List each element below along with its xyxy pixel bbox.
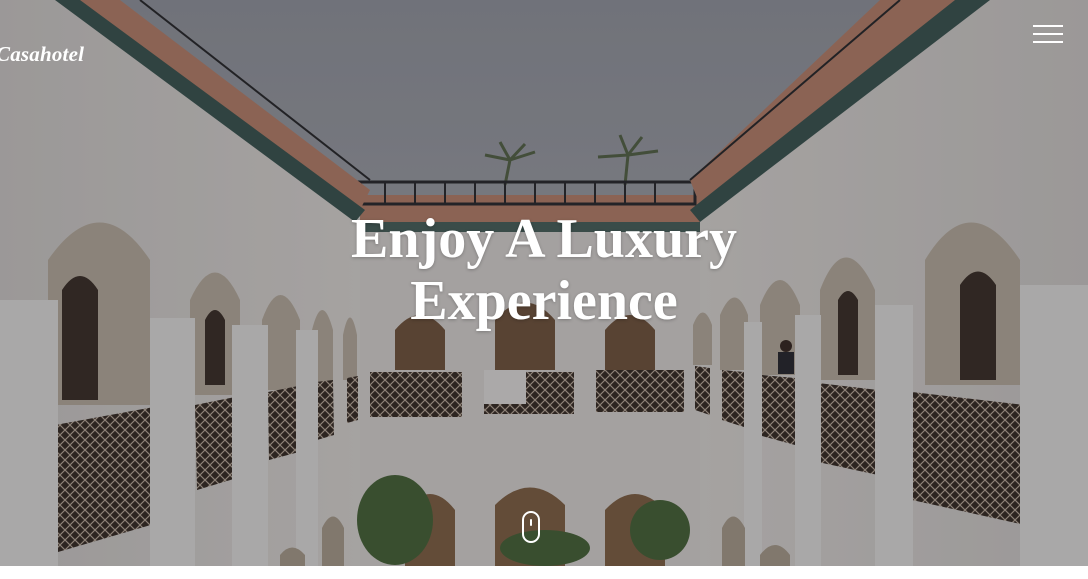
menu-line-middle	[1033, 33, 1063, 35]
hero-headline-line2: Experience	[410, 270, 678, 332]
scroll-wheel	[530, 519, 532, 526]
hero-headline: Enjoy A Luxury Experience	[244, 208, 844, 332]
menu-line-top	[1033, 25, 1063, 27]
menu-line-bottom	[1033, 41, 1063, 43]
page-below-hero	[0, 566, 1088, 579]
brand-logo[interactable]: Casahotel	[0, 42, 84, 67]
hamburger-menu-icon[interactable]	[1030, 22, 1066, 46]
hero-section: Casahotel Enjoy A Luxury Experience	[0, 0, 1088, 568]
hero-headline-line1: Enjoy A Luxury	[351, 208, 737, 270]
mouse-scroll-icon[interactable]	[522, 511, 540, 543]
